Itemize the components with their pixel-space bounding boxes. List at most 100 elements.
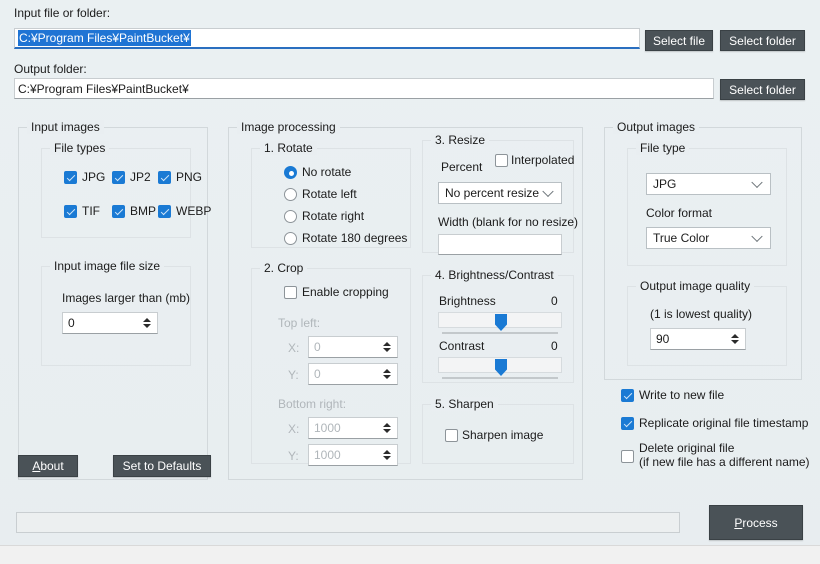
spinner-up-icon[interactable]: [731, 334, 739, 338]
spinner-down-icon[interactable]: [383, 375, 391, 379]
select-folder-output-button[interactable]: Select folder: [720, 79, 805, 100]
spinner-down-icon[interactable]: [143, 324, 151, 328]
rotate-group: 1. Rotate No rotate Rotate left Rotate r…: [251, 141, 411, 248]
output-quality-spinner[interactable]: 90: [650, 328, 746, 350]
checkbox-interpolated-label: Interpolated: [511, 153, 575, 167]
spinner-up-icon[interactable]: [383, 369, 391, 373]
spinner-arrows-icon[interactable]: [383, 423, 391, 433]
spinner-arrows-icon[interactable]: [383, 342, 391, 352]
input-file-size-group: Input image file size Images larger than…: [41, 259, 191, 366]
output-images-group: Output images File type JPG Color format…: [604, 120, 802, 380]
process-button-accel: P: [734, 515, 743, 530]
output-path-field[interactable]: C:¥Program Files¥PaintBucket¥: [14, 78, 714, 99]
checkbox-write-new-file[interactable]: [621, 389, 634, 402]
contrast-slider[interactable]: [438, 357, 562, 376]
crop-top-left-y-value: 0: [314, 367, 321, 381]
about-button-label: bout: [40, 459, 64, 473]
radio-rotate-right[interactable]: [284, 210, 297, 223]
brightness-slider-rail: [442, 332, 558, 334]
width-input[interactable]: [438, 234, 562, 255]
color-format-select[interactable]: True Color: [646, 227, 771, 249]
radio-no-rotate[interactable]: [284, 166, 297, 179]
output-path-value: C:¥Program Files¥PaintBucket¥: [18, 81, 189, 96]
checkbox-enable-cropping[interactable]: [284, 286, 297, 299]
checkbox-png-label: PNG: [176, 170, 203, 184]
checkbox-jp2-label: JP2: [130, 170, 151, 184]
process-button-label: rocess: [742, 515, 778, 530]
chevron-down-icon[interactable]: [751, 230, 763, 243]
spinner-arrows-icon[interactable]: [731, 334, 739, 344]
checkbox-webp[interactable]: [158, 205, 171, 218]
percent-resize-value: No percent resize: [445, 186, 540, 200]
select-folder-input-button[interactable]: Select folder: [720, 30, 805, 51]
spinner-up-icon[interactable]: [143, 318, 151, 322]
chevron-down-icon[interactable]: [751, 176, 763, 189]
file-type-title: File type: [636, 141, 690, 155]
output-quality-title: Output image quality: [636, 279, 755, 293]
input-path-field[interactable]: C:¥Program Files¥PaintBucket¥: [14, 28, 640, 49]
crop-bottom-right-x-label: X:: [288, 422, 300, 436]
file-type-select[interactable]: JPG: [646, 173, 771, 195]
contrast-slider-rail: [442, 377, 558, 379]
about-button-accel: A: [32, 459, 41, 473]
checkbox-jp2[interactable]: [112, 171, 125, 184]
chevron-down-icon[interactable]: [542, 185, 554, 198]
sharpen-group: 5. Sharpen Sharpen image: [422, 397, 574, 464]
image-processing-group: Image processing 1. Rotate No rotate Rot…: [228, 120, 583, 480]
spinner-up-icon[interactable]: [383, 450, 391, 454]
crop-top-left-x-label: X:: [288, 341, 300, 355]
checkbox-png[interactable]: [158, 171, 171, 184]
radio-rotate-right-label: Rotate right: [302, 209, 365, 223]
application-window: Input file or folder: C:¥Program Files¥P…: [0, 0, 820, 564]
resize-group: 3. Resize Percent Interpolated No percen…: [422, 133, 578, 255]
radio-rotate-180[interactable]: [284, 232, 297, 245]
brightness-slider[interactable]: [438, 312, 562, 331]
spinner-up-icon[interactable]: [383, 423, 391, 427]
checkbox-jpg[interactable]: [64, 171, 77, 184]
select-file-button[interactable]: Select file: [645, 30, 713, 51]
spinner-up-icon[interactable]: [383, 342, 391, 346]
checkbox-bmp-label: BMP: [130, 204, 157, 218]
contrast-slider-handle[interactable]: [495, 359, 507, 376]
about-button[interactable]: About: [18, 455, 78, 477]
output-quality-hint: (1 is lowest quality): [650, 307, 753, 321]
images-larger-than-label: Images larger than (mb): [62, 291, 191, 305]
color-format-label: Color format: [646, 206, 713, 220]
checkbox-sharpen-image[interactable]: [445, 429, 458, 442]
radio-rotate-left[interactable]: [284, 188, 297, 201]
input-images-group: Input images File types JPG JP2 PNG TIF …: [18, 120, 211, 480]
crop-top-left-y-label: Y:: [288, 368, 299, 382]
spinner-down-icon[interactable]: [383, 429, 391, 433]
crop-bottom-right-x-spinner[interactable]: 1000: [308, 417, 398, 439]
input-images-title: Input images: [27, 120, 104, 134]
file-type-group: File type JPG Color format True Color: [627, 141, 787, 266]
spinner-down-icon[interactable]: [731, 340, 739, 344]
checkbox-sharpen-image-label: Sharpen image: [462, 428, 544, 442]
crop-bottom-right-y-spinner[interactable]: 1000: [308, 444, 398, 466]
checkbox-tif[interactable]: [64, 205, 77, 218]
spinner-down-icon[interactable]: [383, 456, 391, 460]
checkbox-bmp[interactable]: [112, 205, 125, 218]
brightness-value: 0: [551, 294, 558, 308]
brightness-contrast-title: 4. Brightness/Contrast: [431, 268, 558, 282]
brightness-slider-handle[interactable]: [495, 314, 507, 331]
checkbox-interpolated[interactable]: [495, 154, 508, 167]
checkbox-webp-label: WEBP: [176, 204, 212, 218]
spinner-down-icon[interactable]: [383, 348, 391, 352]
brightness-label: Brightness: [439, 294, 496, 308]
rotate-title: 1. Rotate: [260, 141, 317, 155]
checkbox-replicate-timestamp[interactable]: [621, 417, 634, 430]
crop-top-left-y-spinner[interactable]: 0: [308, 363, 398, 385]
crop-top-left-x-spinner[interactable]: 0: [308, 336, 398, 358]
checkbox-delete-original[interactable]: [621, 450, 634, 463]
set-defaults-button[interactable]: Set to Defaults: [113, 455, 211, 477]
images-larger-than-spinner[interactable]: 0: [62, 312, 158, 334]
spinner-arrows-icon[interactable]: [383, 369, 391, 379]
spinner-arrows-icon[interactable]: [143, 318, 151, 328]
process-button[interactable]: Process: [709, 505, 803, 540]
checkbox-replicate-timestamp-label: Replicate original file timestamp: [639, 416, 809, 430]
crop-bottom-right-label: Bottom right:: [278, 397, 347, 411]
percent-resize-select[interactable]: No percent resize: [438, 182, 562, 204]
file-types-group: File types JPG JP2 PNG TIF BMP WEBP: [41, 141, 211, 238]
spinner-arrows-icon[interactable]: [383, 450, 391, 460]
